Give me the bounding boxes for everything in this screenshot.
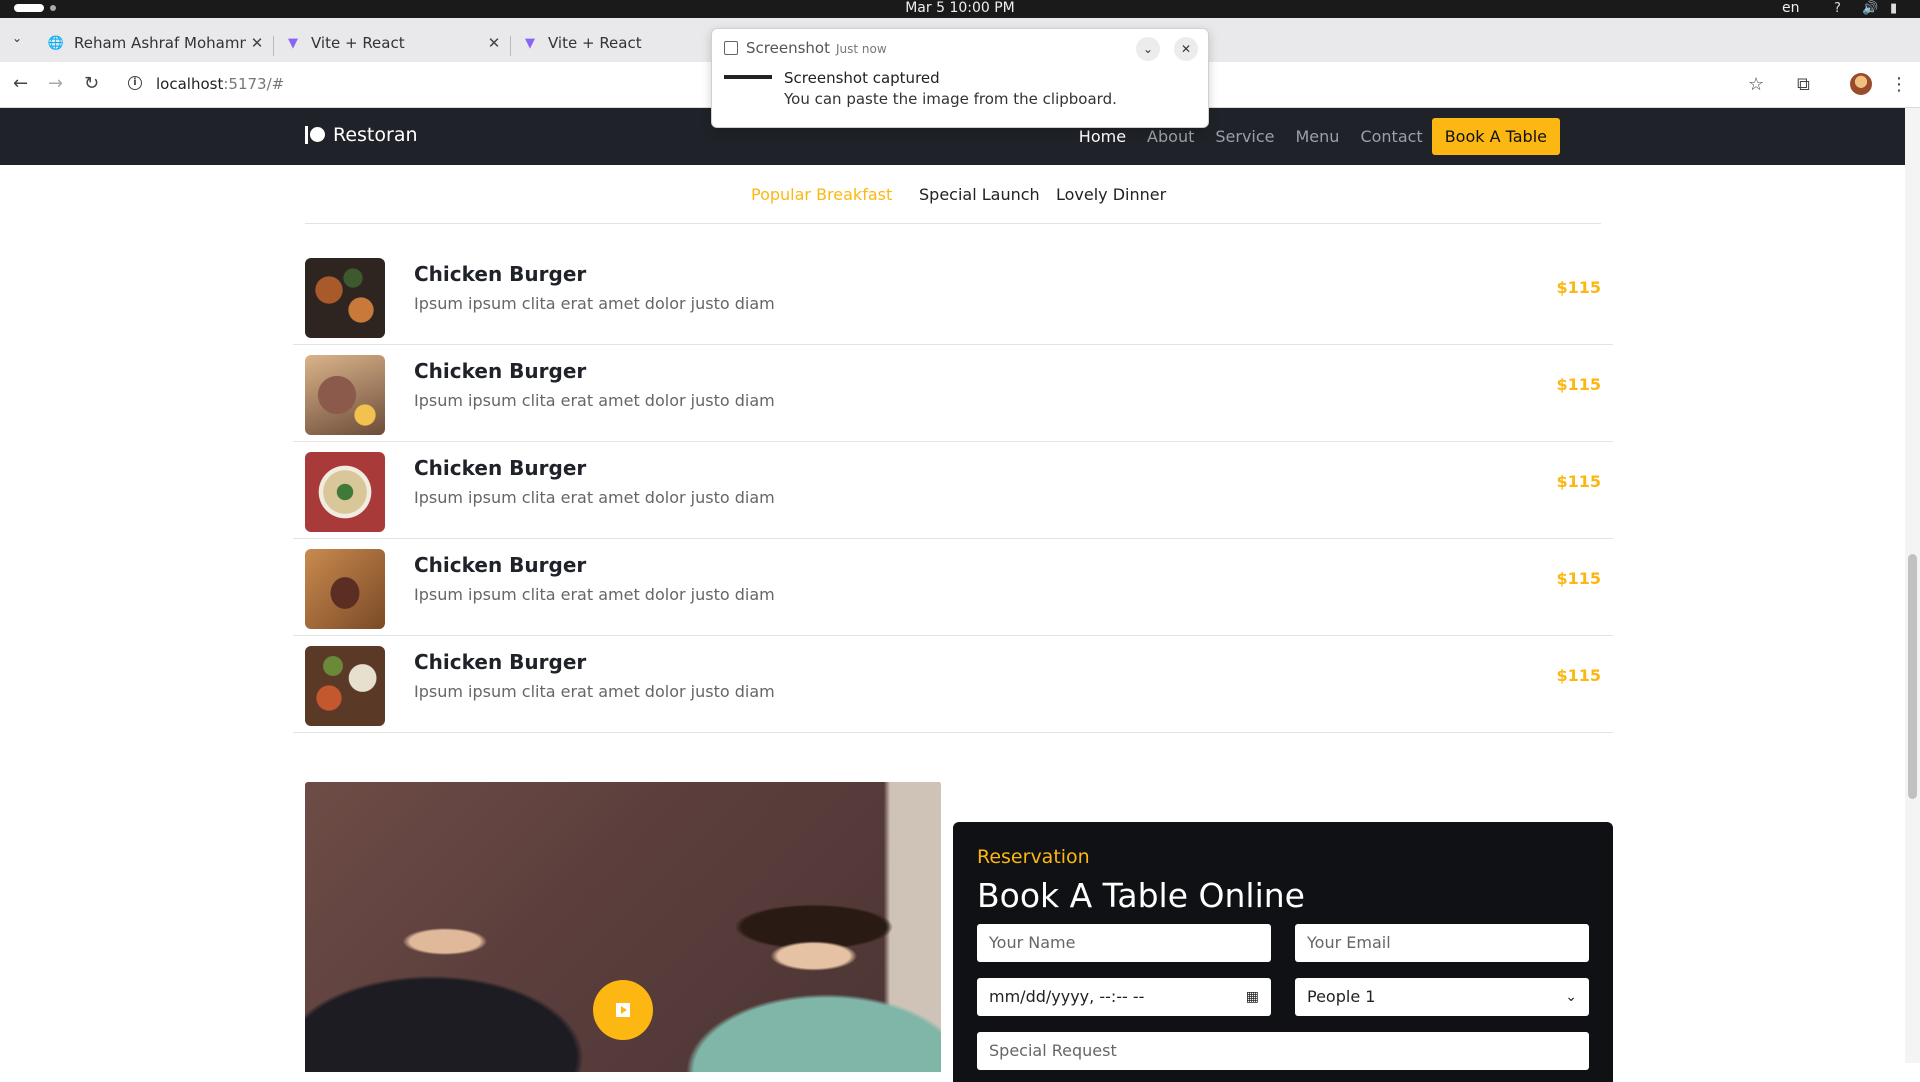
screenshot-notification: Screenshot Just now ⌄ ✕ Screenshot captur… [711, 28, 1209, 128]
food-image [305, 355, 385, 435]
name-input[interactable]: Your Name [977, 924, 1271, 962]
brand-name: Restoran [333, 124, 418, 146]
item-description: Ipsum ipsum clita erat amet dolor justo … [414, 585, 775, 604]
os-clock[interactable]: Mar 5 10:00 PM [0, 0, 1920, 16]
item-description: Ipsum ipsum clita erat amet dolor justo … [414, 391, 775, 410]
url-host: localhost [156, 75, 224, 93]
menu-item: Chicken Burger Ipsum ipsum clita erat am… [293, 539, 1613, 636]
url-text[interactable]: localhost:5173/# [156, 75, 284, 93]
nav-contact[interactable]: Contact [1360, 127, 1422, 146]
scrollbar-thumb[interactable] [1908, 554, 1917, 799]
food-image [305, 258, 385, 338]
tab-special-launch[interactable]: Special Launch [919, 185, 1040, 204]
battery-icon[interactable]: ▮ [1890, 1, 1897, 16]
profile-avatar[interactable] [1850, 73, 1872, 95]
os-top-bar: Mar 5 10:00 PM en ? 🔊 ▮ [0, 0, 1920, 18]
vite-icon: ▼ [288, 35, 298, 51]
item-price: $115 [1556, 472, 1601, 491]
globe-icon: 🌐 [47, 35, 65, 51]
restaurant-video-thumbnail [305, 782, 941, 1072]
people-select[interactable]: People 1 ⌄ [1295, 978, 1589, 1016]
item-description: Ipsum ipsum clita erat amet dolor justo … [414, 294, 775, 313]
close-icon[interactable]: ✕ [246, 34, 268, 52]
item-name: Chicken Burger [414, 262, 587, 286]
volume-icon[interactable]: 🔊 [1862, 1, 1878, 16]
item-price: $115 [1556, 278, 1601, 297]
item-price: $115 [1556, 569, 1601, 588]
tab-search-chevron-icon[interactable]: ⌄ [12, 31, 22, 45]
item-name: Chicken Burger [414, 456, 587, 480]
reservation-title: Book A Table Online [977, 876, 1305, 915]
item-name: Chicken Burger [414, 650, 587, 674]
tab-title: Reham Ashraf Mohammed [74, 34, 246, 52]
tab-lovely-dinner[interactable]: Lovely Dinner [1056, 185, 1166, 204]
screenshot-app-icon [724, 41, 738, 55]
restaurant-icon [305, 125, 327, 145]
food-image [305, 646, 385, 726]
menu-item: Chicken Burger Ipsum ipsum clita erat am… [293, 442, 1613, 539]
special-request-textarea[interactable]: Special Request [977, 1032, 1589, 1070]
menu-item: Chicken Burger Ipsum ipsum clita erat am… [293, 636, 1613, 733]
datetime-input[interactable]: mm/dd/yyyy, --:-- -- ▦ [977, 978, 1271, 1016]
browser-tab-2[interactable]: ▼ Vite + React ✕ [273, 24, 505, 62]
url-path: :5173/# [223, 75, 285, 93]
expand-chevron-icon[interactable]: ⌄ [1136, 37, 1160, 61]
nav-home[interactable]: Home [1079, 127, 1126, 146]
notification-app-name: Screenshot Just now [746, 39, 887, 57]
browser-tab-3[interactable]: ▼ Vite + React [510, 24, 742, 62]
browser-menu-icon[interactable]: ⋮ [1890, 74, 1908, 95]
item-description: Ipsum ipsum clita erat amet dolor justo … [414, 488, 775, 507]
back-icon[interactable]: ← [13, 73, 28, 94]
brand-logo[interactable]: Restoran [305, 124, 418, 146]
item-price: $115 [1556, 666, 1601, 685]
help-icon[interactable]: ? [1834, 1, 1841, 16]
people-value: People 1 [1307, 987, 1376, 1006]
item-price: $115 [1556, 375, 1601, 394]
notification-time: Just now [835, 42, 887, 56]
vite-icon: ▼ [525, 35, 535, 51]
datetime-value: mm/dd/yyyy, --:-- -- [989, 987, 1145, 1006]
tab-title: Vite + React [311, 34, 405, 52]
notification-title: Screenshot captured [784, 69, 940, 87]
tab-popular-breakfast[interactable]: Popular Breakfast [751, 185, 892, 204]
item-name: Chicken Burger [414, 359, 587, 383]
play-video-button[interactable] [593, 980, 653, 1040]
reservation-form: Reservation Book A Table Online Your Nam… [953, 822, 1613, 1082]
browser-tab-1[interactable]: 🌐 Reham Ashraf Mohammed ✕ [36, 24, 268, 62]
close-icon[interactable]: ✕ [483, 34, 505, 52]
menu-category-tabs: Popular Breakfast Special Launch Lovely … [305, 165, 1601, 224]
item-name: Chicken Burger [414, 553, 587, 577]
nav-about[interactable]: About [1147, 127, 1194, 146]
chevron-down-icon: ⌄ [1565, 989, 1577, 1005]
calendar-icon[interactable]: ▦ [1246, 978, 1259, 1016]
reload-icon[interactable]: ↻ [84, 73, 99, 94]
reservation-subtitle: Reservation [977, 846, 1090, 868]
bookmark-star-icon[interactable]: ☆ [1748, 74, 1764, 95]
email-input[interactable]: Your Email [1295, 924, 1589, 962]
notification-body: You can paste the image from the clipboa… [784, 90, 1117, 108]
nav-service[interactable]: Service [1215, 127, 1274, 146]
app-name: Screenshot [746, 39, 830, 57]
play-icon [616, 1003, 630, 1017]
close-icon[interactable]: ✕ [1174, 37, 1198, 61]
food-image [305, 549, 385, 629]
book-a-table-button[interactable]: Book A Table [1431, 118, 1560, 155]
menu-item: Chicken Burger Ipsum ipsum clita erat am… [293, 345, 1613, 442]
menu-item: Chicken Burger Ipsum ipsum clita erat am… [293, 248, 1613, 345]
site-info-icon[interactable]: i [128, 76, 142, 90]
input-language[interactable]: en [1782, 0, 1800, 16]
item-description: Ipsum ipsum clita erat amet dolor justo … [414, 682, 775, 701]
food-image [305, 452, 385, 532]
nav-menu[interactable]: Menu [1296, 127, 1340, 146]
forward-icon[interactable]: → [48, 73, 63, 94]
extensions-icon[interactable]: ⧉ [1797, 74, 1810, 95]
page-scrollbar[interactable] [1905, 108, 1920, 1063]
screenshot-thumbnail [724, 75, 772, 105]
